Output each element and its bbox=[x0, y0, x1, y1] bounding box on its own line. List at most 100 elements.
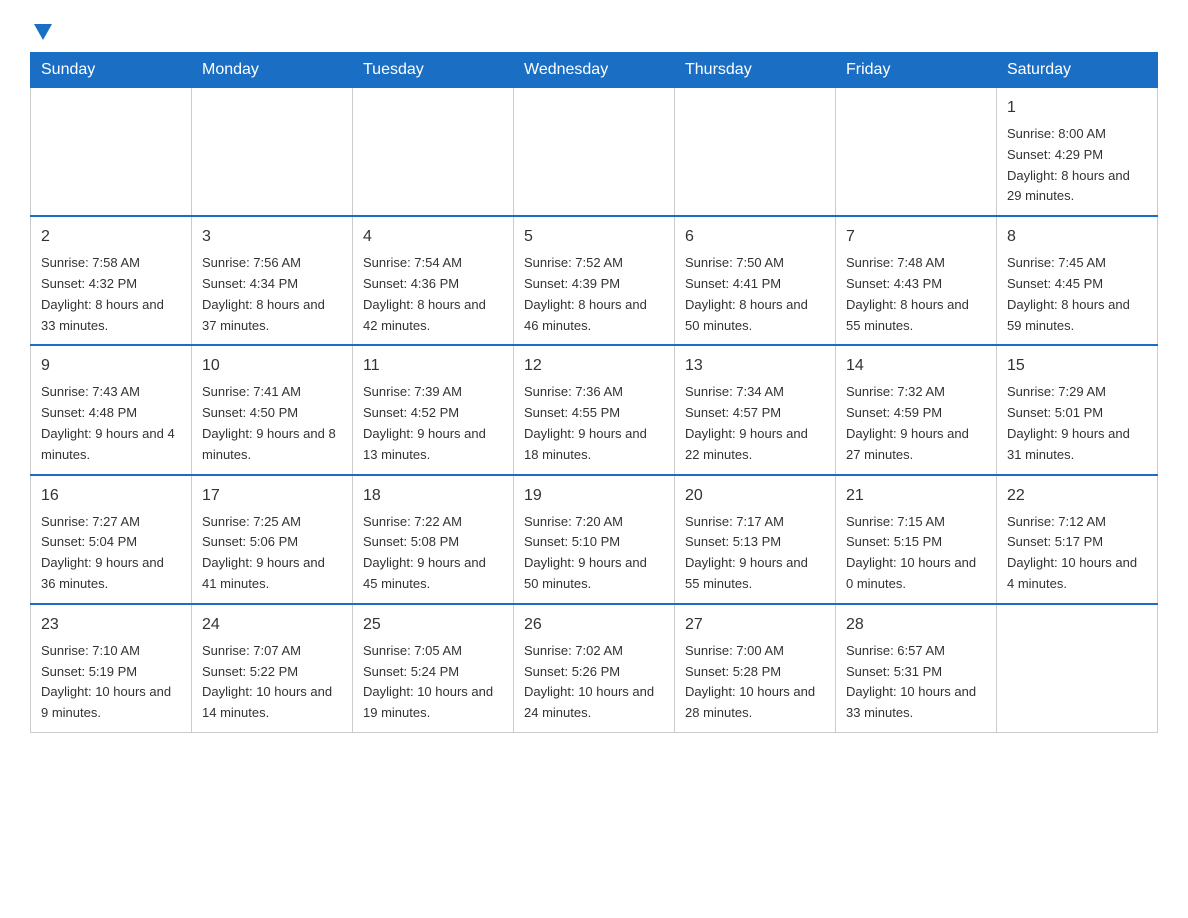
calendar-week-row: 23 Sunrise: 7:10 AMSunset: 5:19 PMDayligh… bbox=[31, 604, 1158, 733]
day-number: 6 bbox=[685, 225, 825, 249]
calendar-day-cell: 26 Sunrise: 7:02 AMSunset: 5:26 PMDayligh… bbox=[514, 604, 675, 733]
page-header bbox=[30, 20, 1158, 36]
day-header-wednesday: Wednesday bbox=[514, 53, 675, 88]
day-number: 12 bbox=[524, 354, 664, 378]
day-number: 25 bbox=[363, 613, 503, 637]
day-number: 3 bbox=[202, 225, 342, 249]
calendar-day-cell: 14 Sunrise: 7:32 AMSunset: 4:59 PMDayligh… bbox=[836, 345, 997, 474]
day-number: 22 bbox=[1007, 484, 1147, 508]
calendar-day-cell: 8 Sunrise: 7:45 AMSunset: 4:45 PMDaylight… bbox=[997, 216, 1158, 345]
day-number: 7 bbox=[846, 225, 986, 249]
day-info: Sunrise: 7:32 AMSunset: 4:59 PMDaylight:… bbox=[846, 382, 986, 465]
day-number: 4 bbox=[363, 225, 503, 249]
day-info: Sunrise: 7:52 AMSunset: 4:39 PMDaylight:… bbox=[524, 253, 664, 336]
day-number: 8 bbox=[1007, 225, 1147, 249]
day-info: Sunrise: 7:20 AMSunset: 5:10 PMDaylight:… bbox=[524, 512, 664, 595]
calendar-day-cell bbox=[675, 88, 836, 217]
day-header-thursday: Thursday bbox=[675, 53, 836, 88]
day-info: Sunrise: 7:27 AMSunset: 5:04 PMDaylight:… bbox=[41, 512, 181, 595]
calendar-week-row: 2Sunrise: 7:58 AMSunset: 4:32 PMDaylight… bbox=[31, 216, 1158, 345]
day-info: Sunrise: 7:07 AMSunset: 5:22 PMDaylight:… bbox=[202, 641, 342, 724]
calendar-day-cell: 11 Sunrise: 7:39 AMSunset: 4:52 PMDayligh… bbox=[353, 345, 514, 474]
day-number: 10 bbox=[202, 354, 342, 378]
day-header-monday: Monday bbox=[192, 53, 353, 88]
calendar-day-cell: 21 Sunrise: 7:15 AMSunset: 5:15 PMDayligh… bbox=[836, 475, 997, 604]
day-info: Sunrise: 6:57 AMSunset: 5:31 PMDaylight:… bbox=[846, 641, 986, 724]
day-info: Sunrise: 7:39 AMSunset: 4:52 PMDaylight:… bbox=[363, 382, 503, 465]
day-info: Sunrise: 7:00 AMSunset: 5:28 PMDaylight:… bbox=[685, 641, 825, 724]
day-number: 27 bbox=[685, 613, 825, 637]
day-number: 15 bbox=[1007, 354, 1147, 378]
logo-triangle-icon bbox=[32, 20, 54, 42]
day-number: 19 bbox=[524, 484, 664, 508]
day-info: Sunrise: 7:56 AMSunset: 4:34 PMDaylight:… bbox=[202, 253, 342, 336]
day-info: Sunrise: 8:00 AMSunset: 4:29 PMDaylight:… bbox=[1007, 124, 1147, 207]
day-header-tuesday: Tuesday bbox=[353, 53, 514, 88]
calendar-day-cell: 1 Sunrise: 8:00 AMSunset: 4:29 PMDaylight… bbox=[997, 88, 1158, 217]
day-info: Sunrise: 7:15 AMSunset: 5:15 PMDaylight:… bbox=[846, 512, 986, 595]
day-info: Sunrise: 7:48 AMSunset: 4:43 PMDaylight:… bbox=[846, 253, 986, 336]
day-number: 20 bbox=[685, 484, 825, 508]
calendar-week-row: 16 Sunrise: 7:27 AMSunset: 5:04 PMDayligh… bbox=[31, 475, 1158, 604]
calendar-table: SundayMondayTuesdayWednesdayThursdayFrid… bbox=[30, 52, 1158, 733]
day-number: 9 bbox=[41, 354, 181, 378]
calendar-header-row: SundayMondayTuesdayWednesdayThursdayFrid… bbox=[31, 53, 1158, 88]
calendar-day-cell bbox=[514, 88, 675, 217]
calendar-day-cell: 7 Sunrise: 7:48 AMSunset: 4:43 PMDaylight… bbox=[836, 216, 997, 345]
day-number: 23 bbox=[41, 613, 181, 637]
calendar-day-cell bbox=[192, 88, 353, 217]
calendar-day-cell: 13 Sunrise: 7:34 AMSunset: 4:57 PMDayligh… bbox=[675, 345, 836, 474]
calendar-day-cell bbox=[353, 88, 514, 217]
day-number: 18 bbox=[363, 484, 503, 508]
calendar-day-cell: 10 Sunrise: 7:41 AMSunset: 4:50 PMDayligh… bbox=[192, 345, 353, 474]
day-info: Sunrise: 7:29 AMSunset: 5:01 PMDaylight:… bbox=[1007, 382, 1147, 465]
day-header-saturday: Saturday bbox=[997, 53, 1158, 88]
calendar-day-cell: 20 Sunrise: 7:17 AMSunset: 5:13 PMDayligh… bbox=[675, 475, 836, 604]
day-info: Sunrise: 7:50 AMSunset: 4:41 PMDaylight:… bbox=[685, 253, 825, 336]
day-number: 26 bbox=[524, 613, 664, 637]
calendar-day-cell: 22 Sunrise: 7:12 AMSunset: 5:17 PMDayligh… bbox=[997, 475, 1158, 604]
day-info: Sunrise: 7:34 AMSunset: 4:57 PMDaylight:… bbox=[685, 382, 825, 465]
day-info: Sunrise: 7:17 AMSunset: 5:13 PMDaylight:… bbox=[685, 512, 825, 595]
calendar-day-cell: 17 Sunrise: 7:25 AMSunset: 5:06 PMDayligh… bbox=[192, 475, 353, 604]
day-number: 5 bbox=[524, 225, 664, 249]
calendar-day-cell: 27 Sunrise: 7:00 AMSunset: 5:28 PMDayligh… bbox=[675, 604, 836, 733]
calendar-day-cell: 24Sunrise: 7:07 AMSunset: 5:22 PMDayligh… bbox=[192, 604, 353, 733]
day-header-friday: Friday bbox=[836, 53, 997, 88]
day-info: Sunrise: 7:54 AMSunset: 4:36 PMDaylight:… bbox=[363, 253, 503, 336]
calendar-day-cell: 18 Sunrise: 7:22 AMSunset: 5:08 PMDayligh… bbox=[353, 475, 514, 604]
calendar-day-cell: 15 Sunrise: 7:29 AMSunset: 5:01 PMDayligh… bbox=[997, 345, 1158, 474]
day-info: Sunrise: 7:36 AMSunset: 4:55 PMDaylight:… bbox=[524, 382, 664, 465]
logo bbox=[30, 20, 54, 36]
day-number: 13 bbox=[685, 354, 825, 378]
day-number: 1 bbox=[1007, 96, 1147, 120]
day-info: Sunrise: 7:02 AMSunset: 5:26 PMDaylight:… bbox=[524, 641, 664, 724]
day-number: 16 bbox=[41, 484, 181, 508]
calendar-day-cell bbox=[997, 604, 1158, 733]
calendar-day-cell: 19 Sunrise: 7:20 AMSunset: 5:10 PMDayligh… bbox=[514, 475, 675, 604]
calendar-day-cell: 3 Sunrise: 7:56 AMSunset: 4:34 PMDaylight… bbox=[192, 216, 353, 345]
calendar-day-cell: 12 Sunrise: 7:36 AMSunset: 4:55 PMDayligh… bbox=[514, 345, 675, 474]
day-info: Sunrise: 7:05 AMSunset: 5:24 PMDaylight:… bbox=[363, 641, 503, 724]
calendar-day-cell: 9Sunrise: 7:43 AMSunset: 4:48 PMDaylight… bbox=[31, 345, 192, 474]
calendar-day-cell bbox=[31, 88, 192, 217]
calendar-day-cell: 25 Sunrise: 7:05 AMSunset: 5:24 PMDayligh… bbox=[353, 604, 514, 733]
calendar-day-cell: 23 Sunrise: 7:10 AMSunset: 5:19 PMDayligh… bbox=[31, 604, 192, 733]
day-info: Sunrise: 7:10 AMSunset: 5:19 PMDaylight:… bbox=[41, 641, 181, 724]
day-number: 21 bbox=[846, 484, 986, 508]
day-number: 28 bbox=[846, 613, 986, 637]
calendar-week-row: 9Sunrise: 7:43 AMSunset: 4:48 PMDaylight… bbox=[31, 345, 1158, 474]
calendar-day-cell: 2Sunrise: 7:58 AMSunset: 4:32 PMDaylight… bbox=[31, 216, 192, 345]
calendar-day-cell bbox=[836, 88, 997, 217]
calendar-day-cell: 28 Sunrise: 6:57 AMSunset: 5:31 PMDayligh… bbox=[836, 604, 997, 733]
day-info: Sunrise: 7:58 AMSunset: 4:32 PMDaylight:… bbox=[41, 253, 181, 336]
day-number: 14 bbox=[846, 354, 986, 378]
day-info: Sunrise: 7:22 AMSunset: 5:08 PMDaylight:… bbox=[363, 512, 503, 595]
day-number: 11 bbox=[363, 354, 503, 378]
day-info: Sunrise: 7:25 AMSunset: 5:06 PMDaylight:… bbox=[202, 512, 342, 595]
calendar-week-row: 1 Sunrise: 8:00 AMSunset: 4:29 PMDaylight… bbox=[31, 88, 1158, 217]
day-info: Sunrise: 7:12 AMSunset: 5:17 PMDaylight:… bbox=[1007, 512, 1147, 595]
day-info: Sunrise: 7:41 AMSunset: 4:50 PMDaylight:… bbox=[202, 382, 342, 465]
day-info: Sunrise: 7:45 AMSunset: 4:45 PMDaylight:… bbox=[1007, 253, 1147, 336]
day-number: 17 bbox=[202, 484, 342, 508]
